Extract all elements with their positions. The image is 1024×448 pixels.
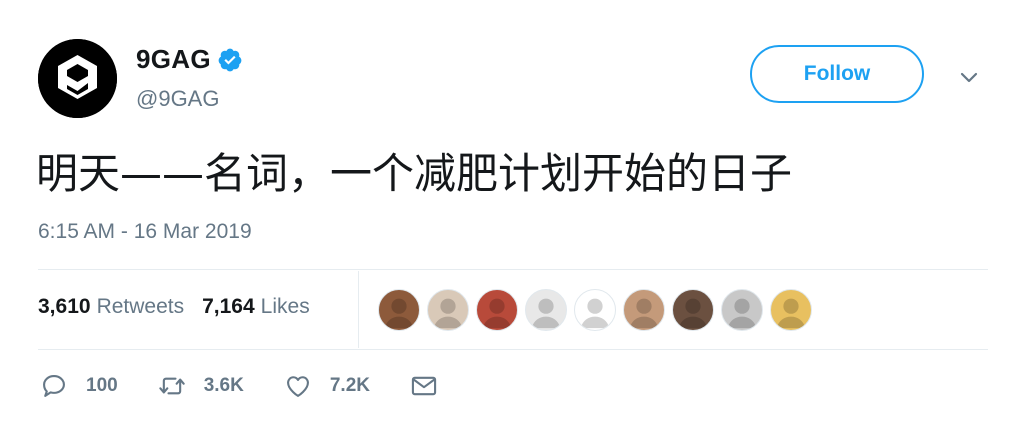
account-handle[interactable]: @9GAG <box>136 86 219 112</box>
liker-avatar-icon[interactable] <box>476 289 518 331</box>
tweet-text: 明天——名词，一个减肥计划开始的日子 <box>36 149 793 198</box>
reply-count: 100 <box>86 375 118 396</box>
stats-separator <box>358 271 359 348</box>
liker-avatar-icon[interactable] <box>427 289 469 331</box>
divider-top <box>38 269 988 270</box>
retweet-button[interactable]: 3.6K <box>158 372 244 400</box>
likes-label[interactable]: Likes <box>261 295 310 319</box>
retweets-label[interactable]: Retweets <box>97 295 185 319</box>
liker-avatar-icon[interactable] <box>770 289 812 331</box>
likes-count[interactable]: 7,164 <box>202 295 255 319</box>
like-button[interactable]: 7.2K <box>284 372 370 400</box>
follow-button[interactable]: Follow <box>750 45 924 103</box>
9gag-logo-icon <box>38 39 117 118</box>
display-name[interactable]: 9GAG <box>136 44 211 75</box>
liker-avatar-icon[interactable] <box>623 289 665 331</box>
envelope-icon <box>411 376 437 396</box>
likers-avatars <box>378 289 819 331</box>
liker-avatar-icon[interactable] <box>672 289 714 331</box>
heart-icon <box>286 376 309 397</box>
direct-message-button[interactable] <box>410 372 438 400</box>
like-count: 7.2K <box>329 375 370 396</box>
reply-button[interactable]: 100 <box>40 372 118 400</box>
retweets-count[interactable]: 3,610 <box>38 295 91 319</box>
chevron-down-icon[interactable] <box>958 66 980 88</box>
tweet-stats: 3,610 Retweets 7,164 Likes <box>38 295 328 319</box>
retweet-count: 3.6K <box>203 375 244 396</box>
tweet-timestamp[interactable]: 6:15 AM - 16 Mar 2019 <box>38 220 252 244</box>
retweet-icon <box>158 377 185 395</box>
liker-avatar-icon[interactable] <box>721 289 763 331</box>
liker-avatar-icon[interactable] <box>378 289 420 331</box>
liker-avatar-icon[interactable] <box>525 289 567 331</box>
liker-avatar-icon[interactable] <box>574 289 616 331</box>
reply-icon <box>43 375 65 397</box>
verified-badge-icon <box>218 48 242 71</box>
divider-bottom <box>38 349 988 350</box>
tweet-actions: 100 3.6K 7.2K <box>40 372 478 400</box>
account-avatar[interactable] <box>38 39 117 118</box>
